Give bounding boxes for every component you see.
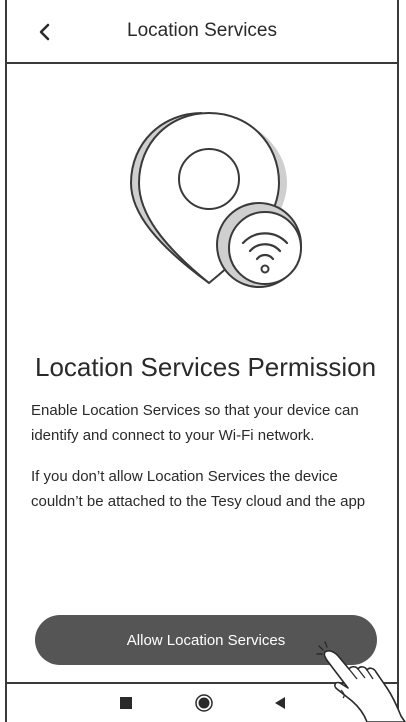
circle-icon (195, 694, 213, 712)
recents-button[interactable] (115, 692, 137, 714)
pointing-hand-icon (316, 641, 406, 722)
permission-heading: Location Services Permission (35, 352, 377, 382)
triangle-back-icon (275, 697, 285, 709)
permission-warning: If you don’t allow Location Services the… (31, 468, 366, 510)
app-header: Location Services (7, 0, 397, 64)
permission-description: Enable Location Services so that your de… (31, 402, 359, 444)
square-icon (120, 697, 132, 709)
phone-screen: Location Services Location Services Perm… (5, 0, 399, 722)
location-pin-wifi-icon (129, 111, 302, 288)
home-button[interactable] (193, 692, 215, 714)
page-title: Location Services (127, 20, 277, 41)
system-back-button[interactable] (269, 692, 291, 714)
